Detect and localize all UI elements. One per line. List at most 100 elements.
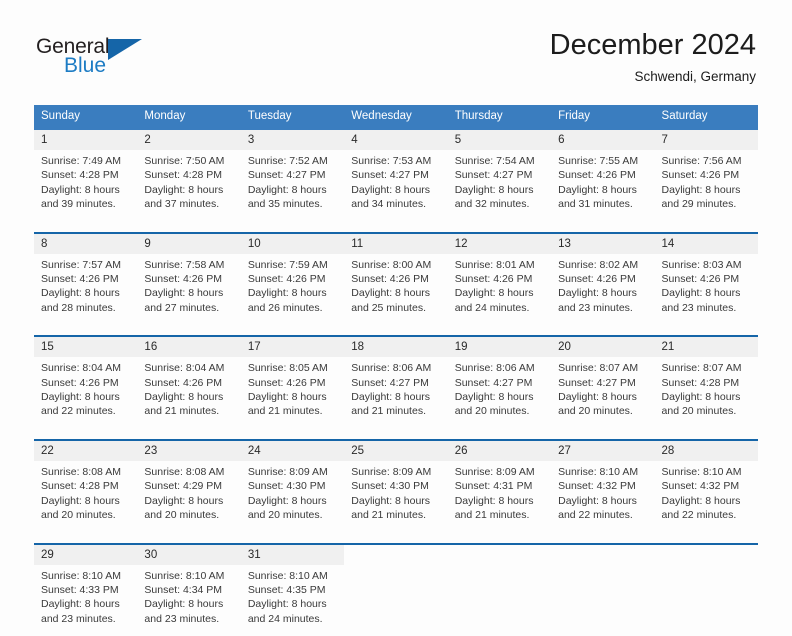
day-daylight-text: Daylight: 8 hours (662, 286, 754, 300)
day-number[interactable]: 27 (551, 441, 654, 461)
day-daylight-text: Daylight: 8 hours (144, 390, 236, 404)
day-daylight-text: and 20 minutes. (248, 508, 340, 522)
day-sunrise-text: Sunrise: 7:55 AM (558, 154, 650, 168)
day-daylight-text: Daylight: 8 hours (41, 286, 133, 300)
day-number-empty (344, 545, 447, 565)
day-number[interactable]: 24 (241, 441, 344, 461)
day-cell[interactable]: Sunrise: 8:00 AMSunset: 4:26 PMDaylight:… (344, 254, 447, 326)
day-cell[interactable]: Sunrise: 8:04 AMSunset: 4:26 PMDaylight:… (137, 357, 240, 429)
weekday-header-monday: Monday (137, 105, 240, 128)
day-cell[interactable]: Sunrise: 8:06 AMSunset: 4:27 PMDaylight:… (344, 357, 447, 429)
day-number[interactable]: 23 (137, 441, 240, 461)
day-number[interactable]: 5 (448, 130, 551, 150)
day-number[interactable]: 25 (344, 441, 447, 461)
day-number[interactable]: 28 (655, 441, 758, 461)
day-cell[interactable]: Sunrise: 8:08 AMSunset: 4:28 PMDaylight:… (34, 461, 137, 533)
day-cell[interactable]: Sunrise: 8:10 AMSunset: 4:33 PMDaylight:… (34, 565, 137, 636)
day-number[interactable]: 2 (137, 130, 240, 150)
day-cell[interactable]: Sunrise: 8:09 AMSunset: 4:30 PMDaylight:… (344, 461, 447, 533)
day-detail-row: Sunrise: 7:49 AMSunset: 4:28 PMDaylight:… (34, 150, 758, 222)
day-number[interactable]: 29 (34, 545, 137, 565)
day-cell[interactable]: Sunrise: 8:04 AMSunset: 4:26 PMDaylight:… (34, 357, 137, 429)
day-cell-empty (655, 565, 758, 636)
day-number[interactable]: 20 (551, 337, 654, 357)
day-cell[interactable]: Sunrise: 8:10 AMSunset: 4:32 PMDaylight:… (655, 461, 758, 533)
day-number[interactable]: 11 (344, 234, 447, 254)
day-sunrise-text: Sunrise: 8:07 AM (558, 361, 650, 375)
day-cell[interactable]: Sunrise: 8:10 AMSunset: 4:32 PMDaylight:… (551, 461, 654, 533)
day-daylight-text: and 22 minutes. (558, 508, 650, 522)
day-number[interactable]: 6 (551, 130, 654, 150)
day-daylight-text: and 24 minutes. (248, 612, 340, 626)
day-daylight-text: and 34 minutes. (351, 197, 443, 211)
day-number[interactable]: 26 (448, 441, 551, 461)
day-daylight-text: Daylight: 8 hours (455, 183, 547, 197)
day-cell[interactable]: Sunrise: 7:59 AMSunset: 4:26 PMDaylight:… (241, 254, 344, 326)
day-number[interactable]: 13 (551, 234, 654, 254)
day-cell[interactable]: Sunrise: 8:02 AMSunset: 4:26 PMDaylight:… (551, 254, 654, 326)
day-sunrise-text: Sunrise: 8:10 AM (662, 465, 754, 479)
day-sunset-text: Sunset: 4:27 PM (351, 376, 443, 390)
day-cell[interactable]: Sunrise: 8:09 AMSunset: 4:30 PMDaylight:… (241, 461, 344, 533)
day-sunrise-text: Sunrise: 8:03 AM (662, 258, 754, 272)
day-cell[interactable]: Sunrise: 7:57 AMSunset: 4:26 PMDaylight:… (34, 254, 137, 326)
day-cell[interactable]: Sunrise: 7:54 AMSunset: 4:27 PMDaylight:… (448, 150, 551, 222)
day-sunrise-text: Sunrise: 7:52 AM (248, 154, 340, 168)
day-number[interactable]: 7 (655, 130, 758, 150)
weekday-header-thursday: Thursday (448, 105, 551, 128)
day-number[interactable]: 31 (241, 545, 344, 565)
day-cell[interactable]: Sunrise: 8:07 AMSunset: 4:27 PMDaylight:… (551, 357, 654, 429)
day-number[interactable]: 10 (241, 234, 344, 254)
day-cell[interactable]: Sunrise: 7:55 AMSunset: 4:26 PMDaylight:… (551, 150, 654, 222)
day-cell[interactable]: Sunrise: 7:50 AMSunset: 4:28 PMDaylight:… (137, 150, 240, 222)
day-number[interactable]: 4 (344, 130, 447, 150)
day-cell[interactable]: Sunrise: 7:58 AMSunset: 4:26 PMDaylight:… (137, 254, 240, 326)
day-daylight-text: Daylight: 8 hours (558, 494, 650, 508)
day-sunrise-text: Sunrise: 7:50 AM (144, 154, 236, 168)
day-cell[interactable]: Sunrise: 7:52 AMSunset: 4:27 PMDaylight:… (241, 150, 344, 222)
day-cell[interactable]: Sunrise: 7:53 AMSunset: 4:27 PMDaylight:… (344, 150, 447, 222)
day-cell[interactable]: Sunrise: 8:05 AMSunset: 4:26 PMDaylight:… (241, 357, 344, 429)
day-sunset-text: Sunset: 4:28 PM (41, 168, 133, 182)
day-sunrise-text: Sunrise: 8:10 AM (41, 569, 133, 583)
day-number[interactable]: 14 (655, 234, 758, 254)
day-number[interactable]: 9 (137, 234, 240, 254)
day-daylight-text: and 35 minutes. (248, 197, 340, 211)
day-detail-row: Sunrise: 7:57 AMSunset: 4:26 PMDaylight:… (34, 254, 758, 326)
day-number-row: 1234567 (34, 130, 758, 150)
day-daylight-text: Daylight: 8 hours (351, 390, 443, 404)
general-blue-logo[interactable]: General Blue (36, 36, 166, 84)
day-number-row: 293031 (34, 545, 758, 565)
day-number[interactable]: 16 (137, 337, 240, 357)
day-cell-empty (448, 565, 551, 636)
day-number[interactable]: 21 (655, 337, 758, 357)
day-cell[interactable]: Sunrise: 8:03 AMSunset: 4:26 PMDaylight:… (655, 254, 758, 326)
day-number[interactable]: 1 (34, 130, 137, 150)
day-cell[interactable]: Sunrise: 8:10 AMSunset: 4:35 PMDaylight:… (241, 565, 344, 636)
weekday-header-friday: Friday (551, 105, 654, 128)
day-cell[interactable]: Sunrise: 8:06 AMSunset: 4:27 PMDaylight:… (448, 357, 551, 429)
day-cell[interactable]: Sunrise: 8:07 AMSunset: 4:28 PMDaylight:… (655, 357, 758, 429)
day-number-row: 22232425262728 (34, 441, 758, 461)
day-cell[interactable]: Sunrise: 7:49 AMSunset: 4:28 PMDaylight:… (34, 150, 137, 222)
day-cell[interactable]: Sunrise: 8:09 AMSunset: 4:31 PMDaylight:… (448, 461, 551, 533)
day-cell[interactable]: Sunrise: 7:56 AMSunset: 4:26 PMDaylight:… (655, 150, 758, 222)
day-number[interactable]: 8 (34, 234, 137, 254)
day-number[interactable]: 18 (344, 337, 447, 357)
day-cell[interactable]: Sunrise: 8:08 AMSunset: 4:29 PMDaylight:… (137, 461, 240, 533)
day-sunset-text: Sunset: 4:26 PM (662, 168, 754, 182)
day-number[interactable]: 30 (137, 545, 240, 565)
day-daylight-text: and 39 minutes. (41, 197, 133, 211)
day-daylight-text: Daylight: 8 hours (662, 494, 754, 508)
day-number[interactable]: 19 (448, 337, 551, 357)
day-sunset-text: Sunset: 4:28 PM (662, 376, 754, 390)
day-number[interactable]: 15 (34, 337, 137, 357)
day-number[interactable]: 22 (34, 441, 137, 461)
day-number[interactable]: 17 (241, 337, 344, 357)
day-number[interactable]: 12 (448, 234, 551, 254)
day-cell[interactable]: Sunrise: 8:01 AMSunset: 4:26 PMDaylight:… (448, 254, 551, 326)
day-cell[interactable]: Sunrise: 8:10 AMSunset: 4:34 PMDaylight:… (137, 565, 240, 636)
day-daylight-text: Daylight: 8 hours (248, 286, 340, 300)
day-number[interactable]: 3 (241, 130, 344, 150)
day-daylight-text: Daylight: 8 hours (248, 390, 340, 404)
